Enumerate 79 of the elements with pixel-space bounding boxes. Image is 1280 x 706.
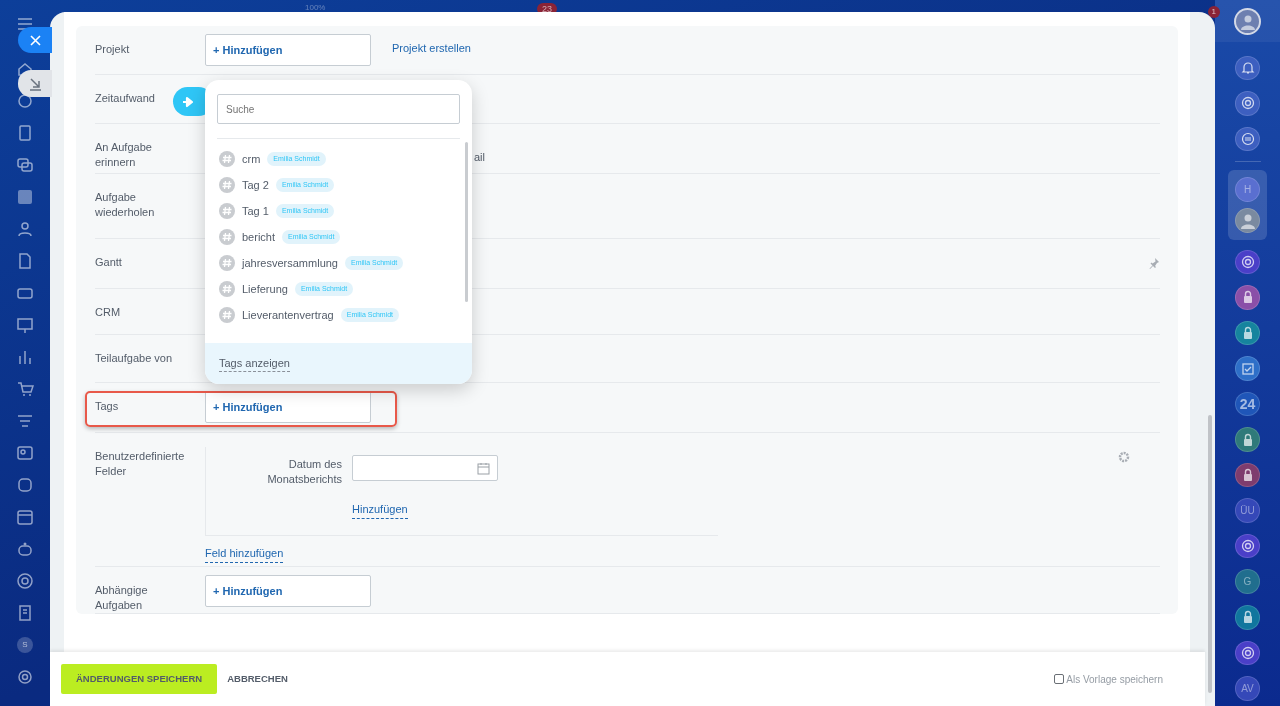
tag-name[interactable]: crm bbox=[242, 150, 261, 168]
hash-icon bbox=[219, 307, 235, 323]
field-label: CRM bbox=[95, 305, 122, 320]
add-button[interactable]: + Hinzufügen bbox=[205, 34, 371, 66]
avatar[interactable] bbox=[1235, 207, 1260, 233]
checkbox[interactable] bbox=[1054, 674, 1065, 684]
show-tags-link[interactable]: Tags anzeigen bbox=[219, 354, 290, 373]
close-icon bbox=[29, 34, 41, 46]
target-icon[interactable] bbox=[16, 572, 34, 590]
date-field[interactable] bbox=[352, 455, 498, 481]
field-label: Gantt bbox=[95, 255, 123, 270]
home-icon[interactable] bbox=[16, 60, 34, 78]
cart-icon[interactable] bbox=[16, 380, 34, 398]
minimize-button[interactable] bbox=[18, 70, 52, 97]
avatar[interactable] bbox=[1234, 7, 1261, 35]
add-link[interactable]: Hinzufügen bbox=[352, 501, 408, 519]
hash-icon bbox=[219, 281, 235, 297]
checkbox-icon bbox=[1239, 360, 1256, 377]
app-button[interactable] bbox=[1235, 126, 1260, 152]
field-label: Datum des Monatsberichts bbox=[266, 457, 343, 487]
close-button[interactable] bbox=[18, 27, 52, 53]
app-button[interactable] bbox=[1235, 462, 1260, 488]
scrollbar[interactable] bbox=[1208, 415, 1212, 693]
task-icon[interactable] bbox=[16, 188, 34, 206]
field-label: Aufgabe wiederholen bbox=[95, 190, 156, 220]
field-label: An Aufgabe erinnern bbox=[95, 140, 153, 170]
add-field-link[interactable]: Feld hinzufügen bbox=[205, 545, 284, 563]
checkbox-label: Als Vorlage speichern bbox=[1066, 672, 1163, 687]
document-icon[interactable] bbox=[16, 124, 34, 142]
bell-icon bbox=[1239, 59, 1256, 76]
group-icon[interactable] bbox=[16, 220, 34, 238]
app-button[interactable] bbox=[1235, 91, 1260, 116]
hash-icon bbox=[219, 151, 235, 167]
app-icon[interactable]: 24 bbox=[1235, 391, 1260, 417]
app-button[interactable] bbox=[1235, 320, 1260, 346]
add-button[interactable]: + Hinzufügen bbox=[205, 391, 371, 423]
app-button[interactable] bbox=[1235, 55, 1260, 81]
hash-icon bbox=[219, 229, 235, 245]
board-icon[interactable] bbox=[16, 316, 34, 334]
app-button[interactable] bbox=[1235, 640, 1260, 666]
option-text: ail bbox=[474, 150, 485, 165]
save-button[interactable]: ÄNDERUNGEN SPEICHERN bbox=[61, 664, 218, 694]
app-button[interactable] bbox=[1235, 249, 1260, 275]
field-label: Abhängige Aufgaben bbox=[95, 583, 149, 613]
add-button[interactable]: + Hinzufügen bbox=[205, 575, 371, 607]
tag-name[interactable]: Tag 2 bbox=[242, 176, 269, 194]
file-icon[interactable] bbox=[16, 252, 34, 270]
field-label: Benutzerdefinierte Felder bbox=[95, 449, 186, 479]
hash-icon bbox=[219, 203, 235, 219]
arrow-icon bbox=[182, 95, 194, 108]
tag-name[interactable]: Tag 1 bbox=[242, 202, 269, 220]
app-button[interactable] bbox=[1235, 285, 1260, 310]
app-button[interactable] bbox=[1235, 533, 1260, 559]
zoom-level: 100% bbox=[305, 2, 326, 14]
filter-icon[interactable] bbox=[16, 412, 34, 430]
create-link[interactable]: Projekt erstellen bbox=[392, 40, 471, 57]
avatar-letter[interactable]: S bbox=[17, 637, 33, 653]
app-button[interactable] bbox=[1235, 427, 1260, 452]
field-label: Teilaufgabe von bbox=[95, 351, 174, 366]
tag-name[interactable]: jahresversammlung bbox=[242, 254, 338, 272]
calendar-icon[interactable] bbox=[16, 508, 34, 526]
field-label: Zeitaufwand bbox=[95, 91, 156, 106]
field-label: Projekt bbox=[95, 42, 131, 57]
scrollbar[interactable] bbox=[465, 142, 468, 302]
contact-icon[interactable] bbox=[16, 444, 34, 462]
app-button[interactable] bbox=[1235, 356, 1260, 381]
arrow-icon bbox=[28, 76, 42, 91]
chart-icon[interactable] bbox=[16, 348, 34, 366]
tag-name[interactable]: bericht bbox=[242, 228, 276, 246]
tag-name[interactable]: Lieferung bbox=[242, 280, 288, 298]
search-field[interactable]: Suche bbox=[217, 94, 460, 124]
field-label: Tags bbox=[95, 399, 120, 414]
note-icon[interactable] bbox=[16, 604, 34, 622]
hash-icon bbox=[219, 177, 235, 193]
app-button[interactable] bbox=[1235, 605, 1260, 630]
hash-icon bbox=[219, 255, 235, 271]
tag-name[interactable]: Lieverantenvertrag bbox=[242, 306, 334, 324]
cancel-button[interactable]: ABBRECHEN bbox=[221, 670, 294, 688]
box-icon[interactable] bbox=[16, 476, 34, 494]
